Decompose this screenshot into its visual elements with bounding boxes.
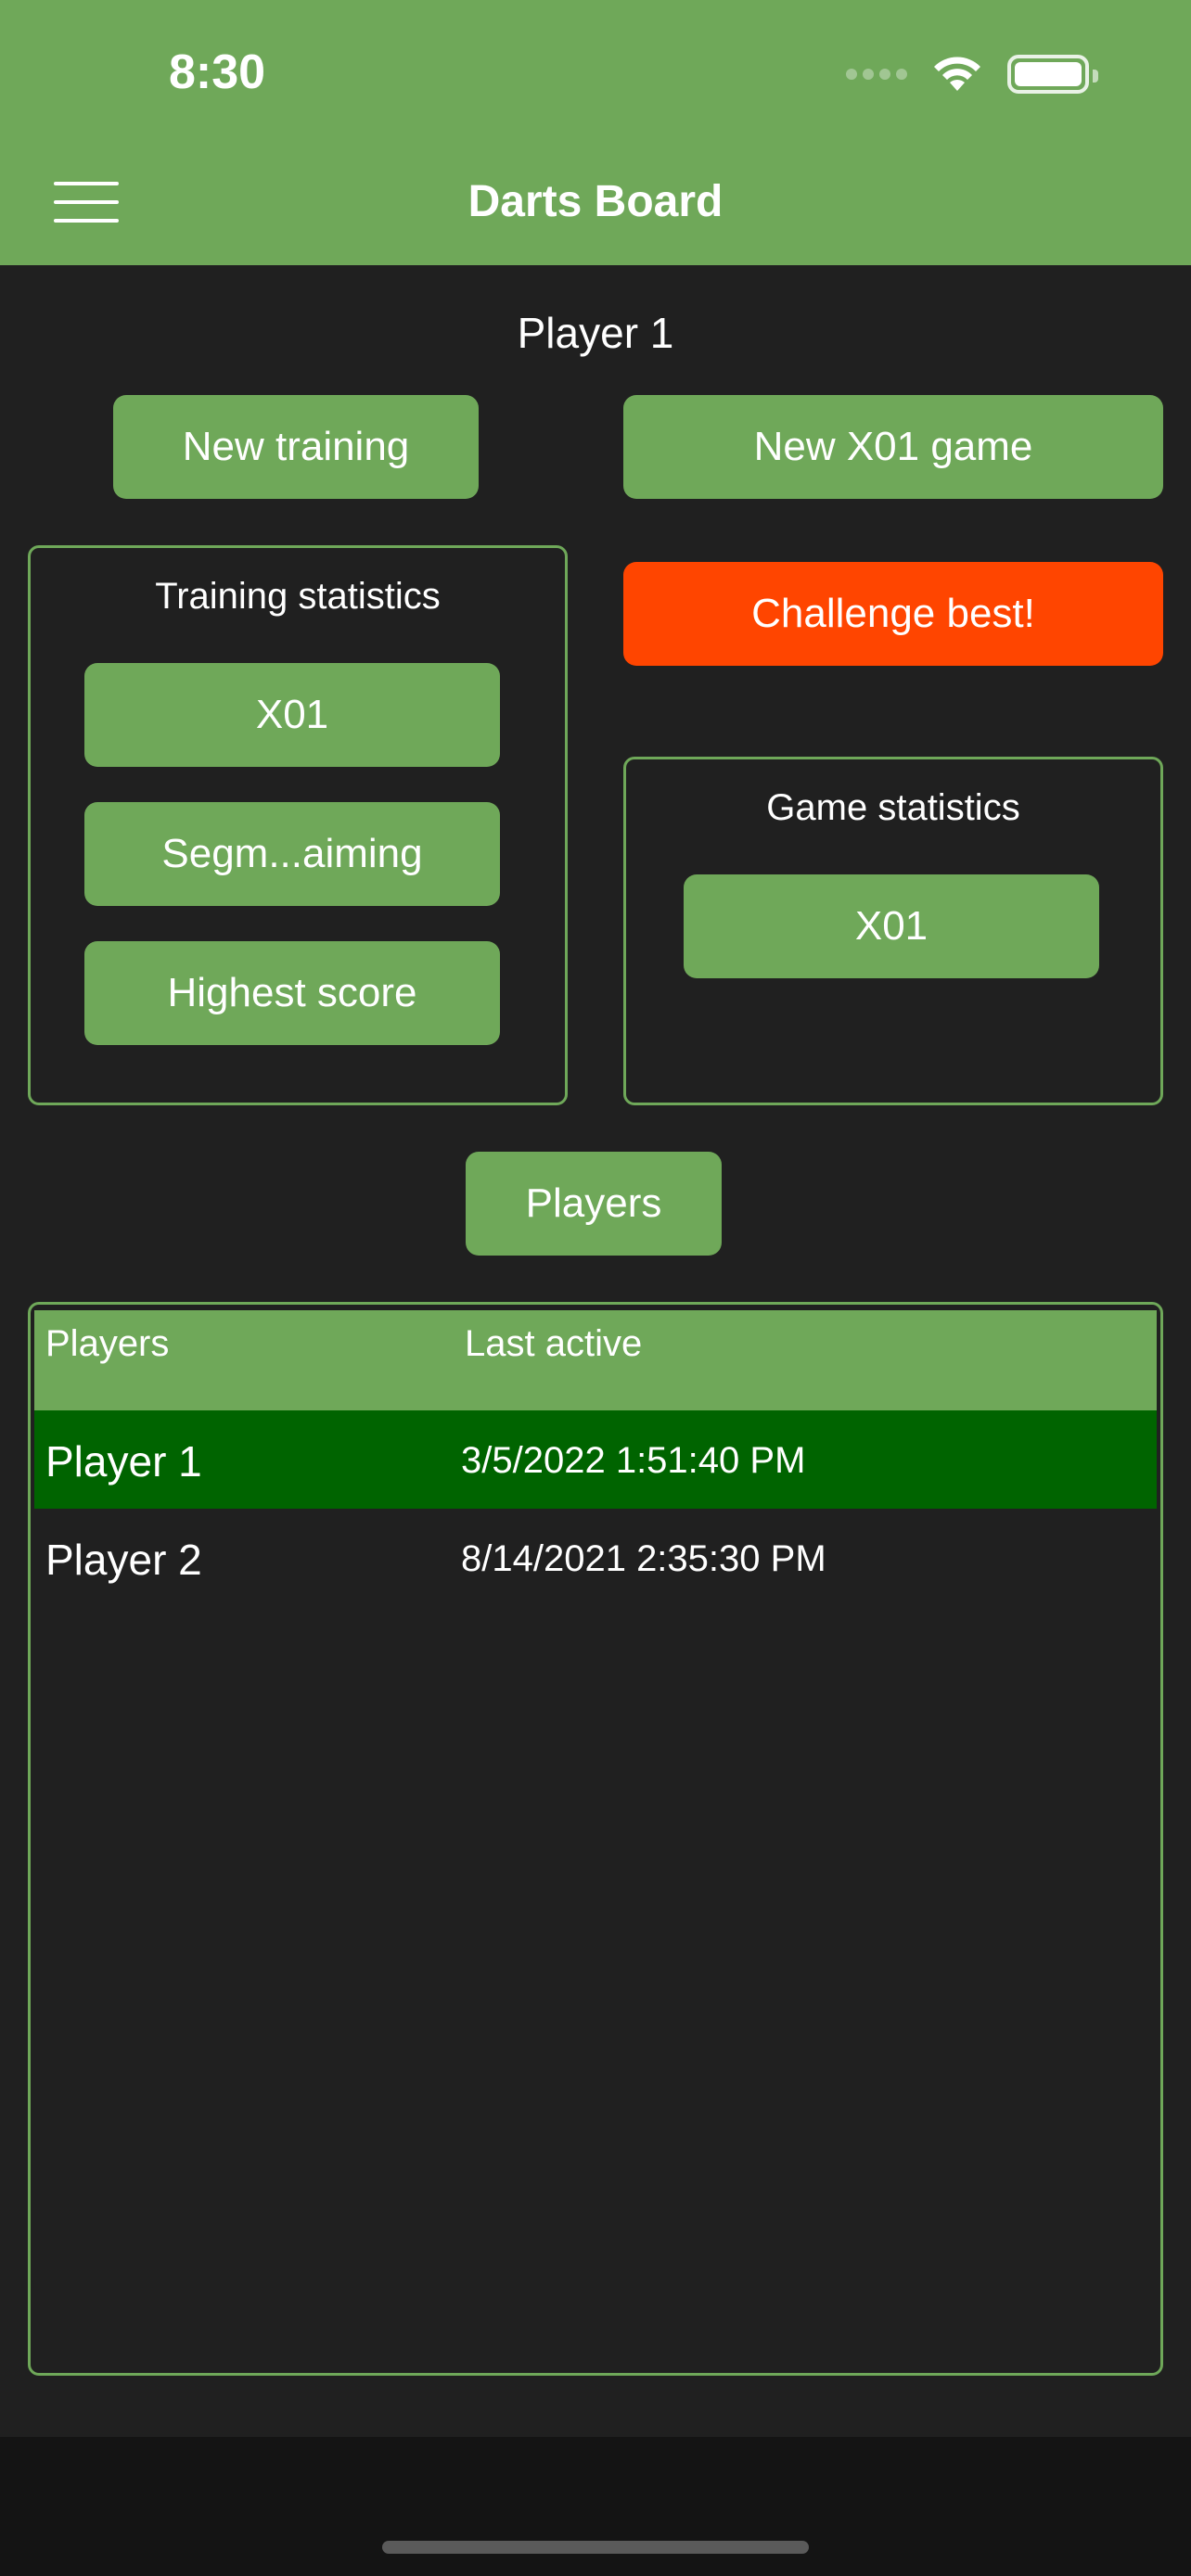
table-row[interactable]: Player 1 3/5/2022 1:51:40 PM [34, 1410, 1157, 1509]
player-name-cell: Player 2 [45, 1536, 202, 1584]
status-icons [846, 54, 1098, 95]
top-bar: 8:30 Darts Board [0, 0, 1191, 265]
training-x01-button[interactable]: X01 [84, 663, 500, 767]
training-statistics-panel: Training statistics X01 Segm...aiming Hi… [28, 545, 568, 1105]
training-segment-aiming-button[interactable]: Segm...aiming [84, 802, 500, 906]
game-x01-button[interactable]: X01 [684, 874, 1099, 978]
bottom-area [0, 2437, 1191, 2576]
app-screen: 8:30 Darts Board Player 1 New training N… [0, 0, 1191, 2576]
status-time: 8:30 [169, 45, 266, 99]
challenge-best-button[interactable]: Challenge best! [623, 562, 1163, 666]
new-x01-game-button[interactable]: New X01 game [623, 395, 1163, 499]
column-header-last-active: Last active [465, 1323, 643, 1364]
signal-icon [846, 69, 907, 80]
new-training-button[interactable]: New training [113, 395, 479, 499]
app-title: Darts Board [467, 177, 724, 226]
table-header: Players Last active [34, 1310, 1157, 1410]
table-row[interactable]: Player 2 8/14/2021 2:35:30 PM [34, 1509, 1157, 1607]
current-player-label: Player 1 [517, 309, 674, 357]
home-indicator[interactable] [382, 2541, 809, 2554]
training-statistics-title: Training statistics [155, 576, 441, 617]
last-active-cell: 3/5/2022 1:51:40 PM [461, 1440, 806, 1481]
game-statistics-title: Game statistics [766, 787, 1020, 828]
game-statistics-panel: Game statistics X01 [623, 757, 1163, 1105]
players-table: Players Last active Player 1 3/5/2022 1:… [28, 1302, 1163, 2376]
last-active-cell: 8/14/2021 2:35:30 PM [461, 1538, 826, 1579]
players-button[interactable]: Players [466, 1152, 722, 1256]
battery-icon [1007, 55, 1098, 94]
player-name-cell: Player 1 [45, 1437, 202, 1486]
column-header-players: Players [45, 1323, 170, 1364]
training-highest-score-button[interactable]: Highest score [84, 941, 500, 1045]
wifi-icon [934, 57, 980, 91]
